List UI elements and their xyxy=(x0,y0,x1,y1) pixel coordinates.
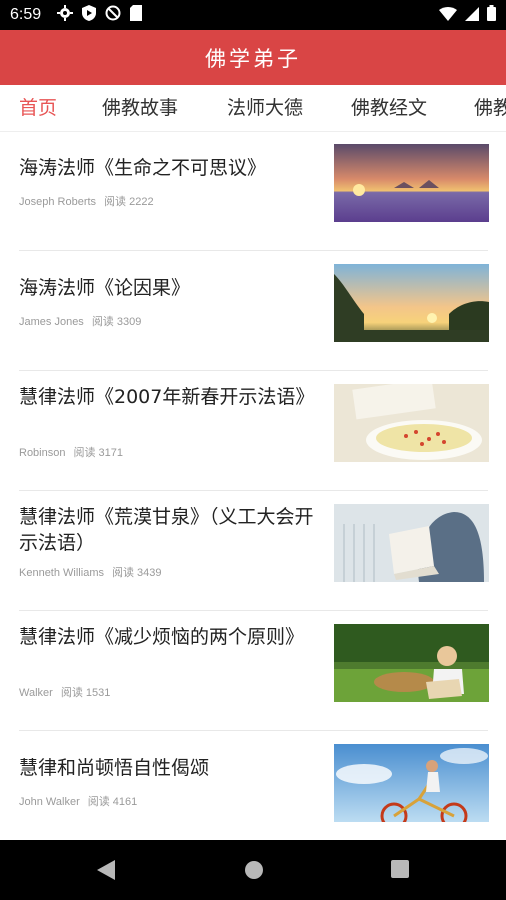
article-meta: Kenneth Williams 阅读 3439 xyxy=(19,564,162,580)
article-title: 海涛法师《论因果》 xyxy=(19,277,191,299)
article-reads: 阅读 3171 xyxy=(73,447,124,459)
article-item[interactable]: 慧律法师《减少烦恼的两个原则》 Walker 阅读 1531 xyxy=(0,611,506,731)
article-meta: Robinson 阅读 3171 xyxy=(19,444,123,460)
article-author: James Jones xyxy=(19,316,84,328)
no-sync-icon xyxy=(105,5,121,25)
app-bar: 佛学弟子 xyxy=(0,30,506,85)
article-title: 海涛法师《生命之不可思议》 xyxy=(19,157,267,179)
tab-masters[interactable]: 法师大德 xyxy=(227,85,303,131)
child-reading-grass-image xyxy=(334,624,489,702)
article-author: Kenneth Williams xyxy=(19,567,104,579)
home-icon[interactable] xyxy=(244,860,264,884)
signal-icon xyxy=(465,6,479,25)
sd-card-icon xyxy=(130,5,143,25)
gear-icon xyxy=(57,5,74,25)
article-meta: John Walker 阅读 4161 xyxy=(19,793,137,809)
article-reads: 阅读 2222 xyxy=(104,196,154,208)
soup-bowl-image xyxy=(334,384,489,462)
article-item[interactable]: 海涛法师《生命之不可思议》 Joseph Roberts 阅读 2222 xyxy=(0,131,506,251)
article-reads: 阅读 4161 xyxy=(87,796,138,808)
article-author: Walker xyxy=(19,687,53,699)
back-icon[interactable] xyxy=(97,860,115,884)
tab-more[interactable]: 佛教 xyxy=(474,85,506,131)
status-time: 6:59 xyxy=(10,6,42,23)
status-bar: 6:59 xyxy=(0,0,506,30)
app-title: 佛学弟子 xyxy=(205,46,301,71)
tab-home[interactable]: 首页 xyxy=(19,85,57,131)
sunset-trees-image xyxy=(334,264,489,342)
article-item[interactable]: 慧律和尚顿悟自性偈颂 John Walker 阅读 4161 xyxy=(0,731,506,851)
system-nav-bar xyxy=(0,840,506,900)
tab-scriptures[interactable]: 佛教经文 xyxy=(351,85,427,131)
woman-bicycle-sky-image xyxy=(334,744,489,822)
article-title: 慧律和尚顿悟自性偈颂 xyxy=(19,757,210,779)
article-reads: 阅读 3439 xyxy=(111,567,162,579)
article-item[interactable]: 慧律法师《荒漠甘泉》（义工大会开示法语） Kenneth Williams 阅读 … xyxy=(0,491,506,611)
article-author: Robinson xyxy=(19,447,66,459)
sunset-lavender-field-image xyxy=(334,144,489,222)
battery-icon xyxy=(487,5,496,25)
person-reading-book-image xyxy=(334,504,489,582)
article-title: 慧律法师《荒漠甘泉》（义工大会开示法语） xyxy=(19,506,314,554)
article-item[interactable]: 海涛法师《论因果》 James Jones 阅读 3309 xyxy=(0,251,506,371)
article-meta: Walker 阅读 1531 xyxy=(19,684,110,700)
article-title: 慧律法师《减少烦恼的两个原则》 xyxy=(19,626,305,648)
article-title: 慧律法师《2007年新春开示法语》 xyxy=(19,386,315,408)
recents-icon[interactable] xyxy=(391,860,409,882)
shield-play-icon xyxy=(82,5,97,25)
category-tabs: 首页 佛教故事 法师大德 佛教经文 佛教 xyxy=(0,85,506,132)
article-item[interactable]: 慧律法师《2007年新春开示法语》 Robinson 阅读 3171 xyxy=(0,371,506,491)
tab-buddhist-stories[interactable]: 佛教故事 xyxy=(102,85,178,131)
article-meta: Joseph Roberts 阅读 2222 xyxy=(19,193,154,209)
wifi-icon xyxy=(439,6,457,25)
article-author: John Walker xyxy=(19,796,80,808)
article-meta: James Jones 阅读 3309 xyxy=(19,313,141,329)
article-list: 海涛法师《生命之不可思议》 Joseph Roberts 阅读 2222 海涛法师… xyxy=(0,131,506,851)
article-author: Joseph Roberts xyxy=(19,196,97,208)
article-reads: 阅读 3309 xyxy=(91,316,142,328)
article-reads: 阅读 1531 xyxy=(60,687,111,699)
